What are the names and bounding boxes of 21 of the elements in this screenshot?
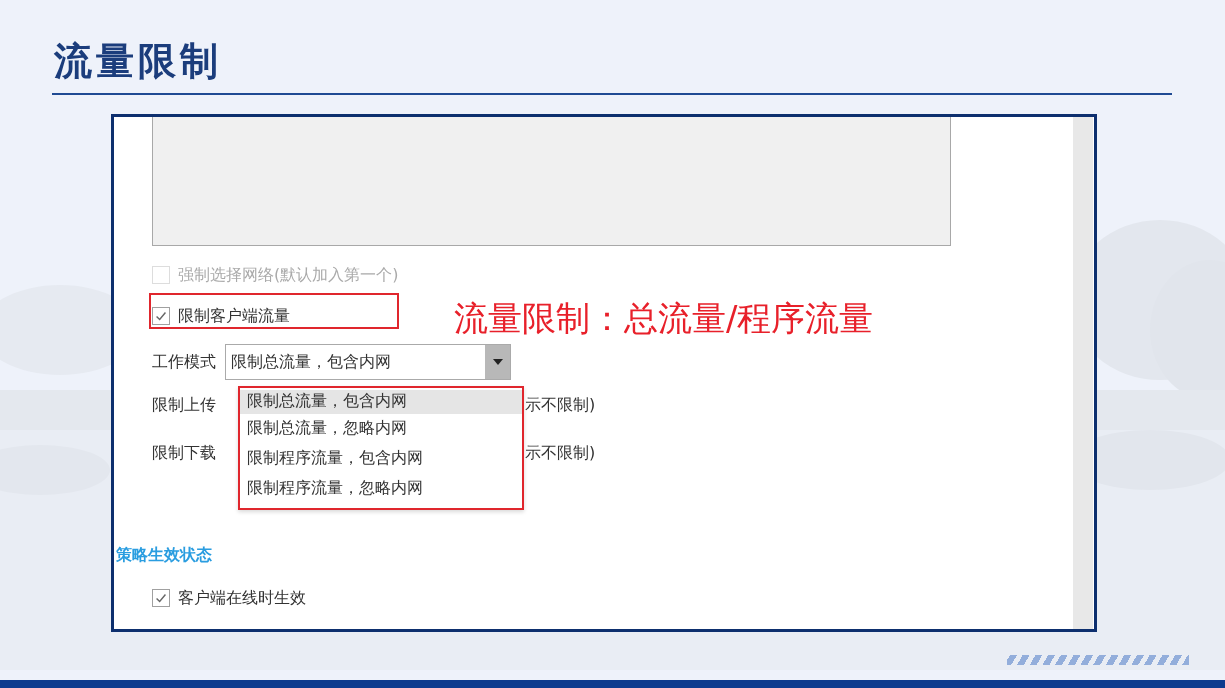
checkbox[interactable] bbox=[152, 307, 170, 325]
field-label: 工作模式 bbox=[152, 351, 216, 373]
section-heading: 策略生效状态 bbox=[116, 545, 212, 566]
annotation-text: 流量限制：总流量/程序流量 bbox=[454, 298, 874, 338]
field-label: 限制上传 bbox=[152, 394, 216, 416]
checkbox-label: 客户端在线时生效 bbox=[178, 587, 306, 609]
scrollbar[interactable] bbox=[1073, 117, 1093, 629]
field-label: 限制下载 bbox=[152, 442, 216, 464]
checkbox[interactable] bbox=[152, 589, 170, 607]
dropdown-option[interactable]: 限制总流量，忽略内网 bbox=[240, 414, 522, 444]
dropdown-option[interactable]: 限制总流量，包含内网 bbox=[240, 390, 522, 414]
hint-text: 示不限制) bbox=[525, 442, 596, 464]
checkbox-label: 强制选择网络(默认加入第一个) bbox=[178, 264, 399, 286]
slide-title: 流量限制 bbox=[54, 37, 222, 85]
dropdown-option[interactable]: 限制程序流量，忽略内网 bbox=[240, 474, 522, 504]
mode-dropdown[interactable]: 限制总流量，包含内网 bbox=[225, 344, 511, 380]
dropdown-option[interactable]: 限制程序流量，包含内网 bbox=[240, 444, 522, 474]
text-area[interactable] bbox=[152, 117, 951, 246]
caret-icon bbox=[492, 359, 503, 365]
checkbox-label: 限制客户端流量 bbox=[178, 305, 290, 327]
hint-text: 示不限制) bbox=[525, 394, 596, 416]
